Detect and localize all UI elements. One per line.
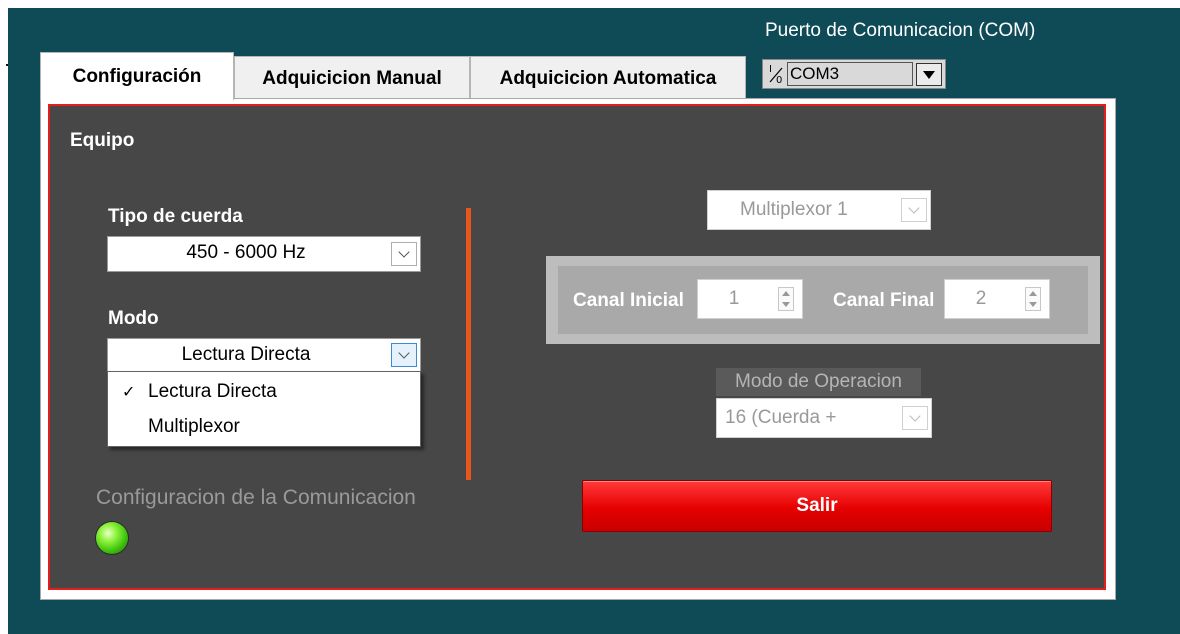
io-resource-icon: I 0: [768, 63, 786, 86]
modo-dropdown-button[interactable]: [391, 343, 417, 367]
com-port-dropdown-button[interactable]: [916, 63, 942, 86]
chevron-down-icon: [398, 246, 410, 258]
modo-operacion-value: 16 (Cuerda +: [725, 407, 837, 428]
tipo-cuerda-value: 450 - 6000 Hz: [186, 242, 306, 263]
tab-configuracion[interactable]: Configuración: [40, 52, 234, 100]
canal-inicial-input[interactable]: 1: [697, 279, 803, 319]
canal-final-label: Canal Final: [833, 290, 935, 311]
svg-text:I: I: [769, 64, 772, 75]
canal-inicial-value: 1: [728, 288, 740, 309]
menu-item-label: Multiplexor: [148, 416, 240, 437]
checkmark-icon: ✓: [122, 382, 136, 401]
modo-value: Lectura Directa: [181, 344, 311, 365]
multiplexor-value: Multiplexor 1: [740, 199, 848, 220]
spin-up-icon: [1029, 291, 1037, 296]
modo-operacion-dropdown[interactable]: 16 (Cuerda +: [716, 398, 932, 438]
canal-final-input[interactable]: 2: [944, 279, 1050, 319]
chevron-down-icon: [908, 202, 920, 214]
com-port-selector[interactable]: I 0 COM3: [762, 59, 946, 89]
tipo-cuerda-label: Tipo de cuerda: [108, 206, 243, 227]
modo-dropdown-menu: ✓ Lectura Directa Multiplexor: [107, 371, 421, 447]
salir-button[interactable]: Salir: [582, 480, 1052, 532]
triangle-down-icon: [923, 70, 935, 79]
stray-pixel: [6, 64, 8, 66]
modo-operacion-label: Modo de Operacion: [716, 368, 921, 396]
com-port-value[interactable]: COM3: [787, 62, 913, 86]
tipo-cuerda-dropdown[interactable]: 450 - 6000 Hz: [107, 236, 421, 272]
svg-text:0: 0: [776, 75, 782, 85]
chevron-down-icon: [398, 347, 410, 359]
tab-adquicicion-manual[interactable]: Adquicicion Manual: [234, 56, 470, 100]
menu-item-lectura-directa[interactable]: ✓ Lectura Directa: [108, 375, 420, 409]
modo-dropdown[interactable]: Lectura Directa: [107, 338, 421, 372]
modo-label: Modo: [108, 308, 159, 329]
comunicacion-led-indicator: [96, 522, 128, 554]
comunicacion-label: Configuracion de la Comunicacion: [96, 486, 416, 509]
left-margin: [0, 0, 8, 634]
multiplexor-dropdown-button[interactable]: [901, 198, 927, 222]
canal-final-spinner[interactable]: [1025, 287, 1041, 311]
canal-inicial-spinner[interactable]: [778, 287, 794, 311]
spin-down-icon: [1029, 302, 1037, 307]
equipo-title: Equipo: [70, 130, 135, 151]
spin-up-icon: [782, 291, 790, 296]
tipo-cuerda-dropdown-button[interactable]: [391, 242, 417, 266]
multiplexor-dropdown[interactable]: Multiplexor 1: [707, 190, 931, 230]
section-divider: [466, 208, 471, 480]
com-port-label: Puerto de Comunicacion (COM): [765, 20, 1036, 41]
menu-item-multiplexor[interactable]: Multiplexor: [108, 410, 420, 444]
menu-item-label: Lectura Directa: [148, 381, 277, 402]
canal-inicial-label: Canal Inicial: [573, 290, 684, 311]
modo-operacion-dropdown-button[interactable]: [902, 406, 928, 430]
chevron-down-icon: [909, 410, 921, 422]
spin-down-icon: [782, 302, 790, 307]
tab-adquicicion-automatica[interactable]: Adquicicion Automatica: [470, 56, 746, 100]
canal-final-value: 2: [975, 288, 987, 309]
